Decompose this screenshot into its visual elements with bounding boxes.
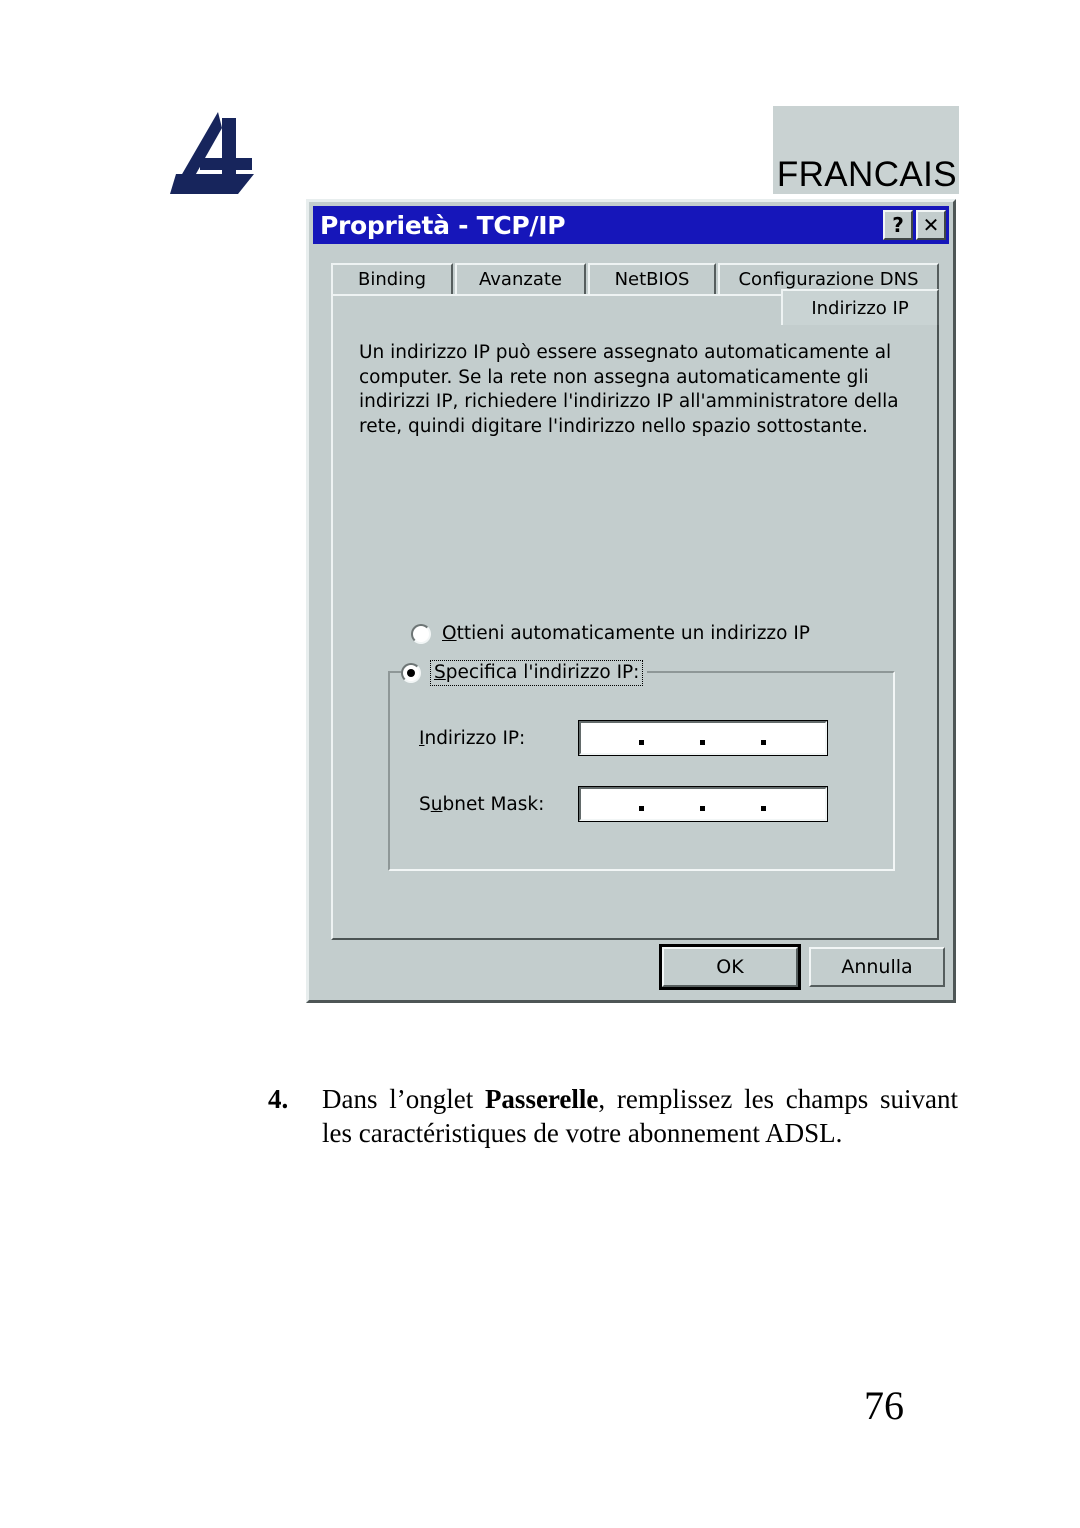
atlantis-logo	[166, 110, 262, 198]
instruction-text: Dans l’onglet Passerelle, remplissez les…	[322, 1082, 958, 1150]
tab-netbios[interactable]: NetBIOS	[588, 263, 716, 294]
instruction-before: Dans l’onglet	[322, 1084, 485, 1114]
octet-2[interactable]	[642, 789, 703, 819]
accel-char: u	[430, 793, 443, 815]
label-subnet-mask: Subnet Mask:	[419, 794, 579, 815]
language-banner: FRANCAIS	[773, 106, 959, 194]
label-rest: pecifica l'indirizzo IP:	[445, 662, 640, 683]
ok-button[interactable]: OK	[662, 947, 798, 987]
radio-specify-ip[interactable]: Specifica l'indirizzo IP:	[401, 660, 648, 686]
instruction-paragraph: 4. Dans l’onglet Passerelle, remplissez …	[268, 1082, 958, 1150]
octet-3[interactable]	[703, 789, 764, 819]
panel-description: Un indirizzo IP può essere assegnato aut…	[359, 342, 899, 437]
label-indirizzo-ip: Indirizzo IP:	[419, 728, 579, 749]
radio-specify-ip-indicator[interactable]	[401, 663, 421, 683]
octet-3[interactable]	[703, 723, 764, 753]
accel-char: S	[434, 662, 446, 683]
octet-1[interactable]	[581, 723, 642, 753]
label-rest: ndirizzo IP:	[424, 727, 526, 749]
radio-obtain-ip-automatically[interactable]: Ottieni automaticamente un indirizzo IP	[411, 623, 810, 644]
radio-specify-ip-focus: Specifica l'indirizzo IP:	[430, 660, 644, 686]
language-label: FRANCAIS	[776, 155, 957, 194]
accel-char: O	[442, 623, 457, 644]
field-row-indirizzo-ip: Indirizzo IP:	[419, 720, 828, 756]
tab-binding[interactable]: Binding	[331, 263, 453, 294]
label-pre: S	[419, 793, 431, 815]
octet-4[interactable]	[764, 723, 825, 753]
tab-indirizzo-ip[interactable]: Indirizzo IP	[781, 289, 939, 325]
instruction-number: 4.	[268, 1084, 289, 1114]
octet-4[interactable]	[764, 789, 825, 819]
label-rest: bnet Mask:	[442, 793, 545, 815]
page-number: 76	[864, 1383, 904, 1428]
field-row-subnet-mask: Subnet Mask:	[419, 786, 828, 822]
tab-avanzate[interactable]: Avanzate	[455, 263, 586, 294]
radio-obtain-ip-automatically-indicator[interactable]	[411, 623, 431, 644]
input-subnet-mask[interactable]	[578, 786, 828, 822]
specify-ip-groupbox	[388, 671, 895, 871]
dialog-titlebar[interactable]: Proprietà - TCP/IP ? ✕	[313, 206, 949, 244]
input-indirizzo-ip[interactable]	[578, 720, 828, 756]
cancel-button[interactable]: Annulla	[809, 947, 945, 987]
instruction-bold-term: Passerelle	[484, 1084, 599, 1114]
radio-obtain-ip-automatically-label: Ottieni automaticamente un indirizzo IP	[442, 623, 810, 644]
octet-2[interactable]	[642, 723, 703, 753]
tab-panel-indirizzo-ip: Un indirizzo IP può essere assegnato aut…	[331, 294, 939, 940]
dialog-title: Proprietà - TCP/IP	[320, 210, 566, 240]
ok-button-default-frame: OK	[659, 944, 801, 990]
help-icon[interactable]: ?	[883, 210, 913, 240]
label-rest: ttieni automaticamente un indirizzo IP	[456, 623, 810, 644]
close-icon[interactable]: ✕	[916, 210, 946, 240]
octet-1[interactable]	[581, 789, 642, 819]
tcpip-properties-dialog: Proprietà - TCP/IP ? ✕ Binding Avanzate …	[306, 199, 956, 1003]
radio-specify-ip-label: Specifica l'indirizzo IP:	[434, 662, 639, 683]
